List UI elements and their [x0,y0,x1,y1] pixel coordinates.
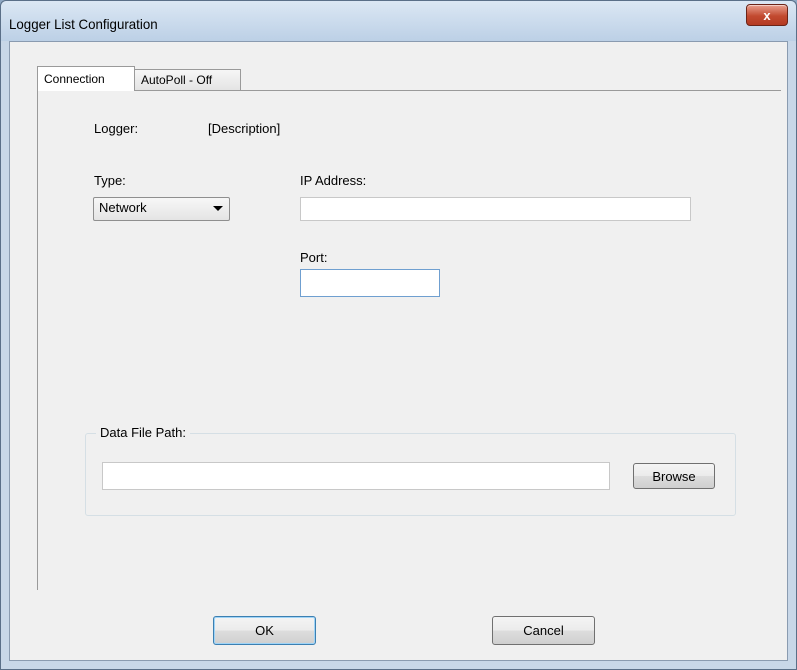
dialog-window: Logger List Configuration x Connection A… [0,0,797,670]
dialog-client-area: Connection AutoPoll - Off Logger: [Descr… [9,41,788,661]
tab-autopoll[interactable]: AutoPoll - Off [134,69,241,91]
close-icon: x [763,7,771,23]
cancel-button-label: Cancel [523,623,564,638]
browse-button[interactable]: Browse [633,463,715,489]
tab-connection-label: Connection [44,72,105,86]
window-title: Logger List Configuration [9,16,158,32]
ok-button-label: OK [255,623,274,638]
ok-button[interactable]: OK [213,616,316,645]
data-file-path-label: Data File Path: [96,425,190,440]
browse-button-label: Browse [652,468,696,484]
port-label: Port: [300,250,328,265]
close-button[interactable]: x [746,4,788,26]
ip-address-label: IP Address: [300,173,367,188]
connection-tab-panel: Logger: [Description] Type: Network IP A… [37,90,781,590]
type-select[interactable]: Network [93,197,230,221]
ip-address-field[interactable] [300,197,691,221]
tab-autopoll-label: AutoPoll - Off [141,73,213,87]
port-field[interactable] [300,269,440,297]
title-bar[interactable]: Logger List Configuration x [1,1,796,41]
data-file-path-field[interactable] [102,462,610,490]
logger-label: Logger: [94,121,139,136]
type-select-value: Network [99,200,147,215]
cancel-button[interactable]: Cancel [492,616,595,645]
logger-description: [Description] [208,121,281,136]
type-label: Type: [94,173,126,188]
data-file-path-group: Data File Path: Browse [85,425,736,516]
tab-connection[interactable]: Connection [37,66,135,91]
chevron-down-icon [213,206,223,211]
